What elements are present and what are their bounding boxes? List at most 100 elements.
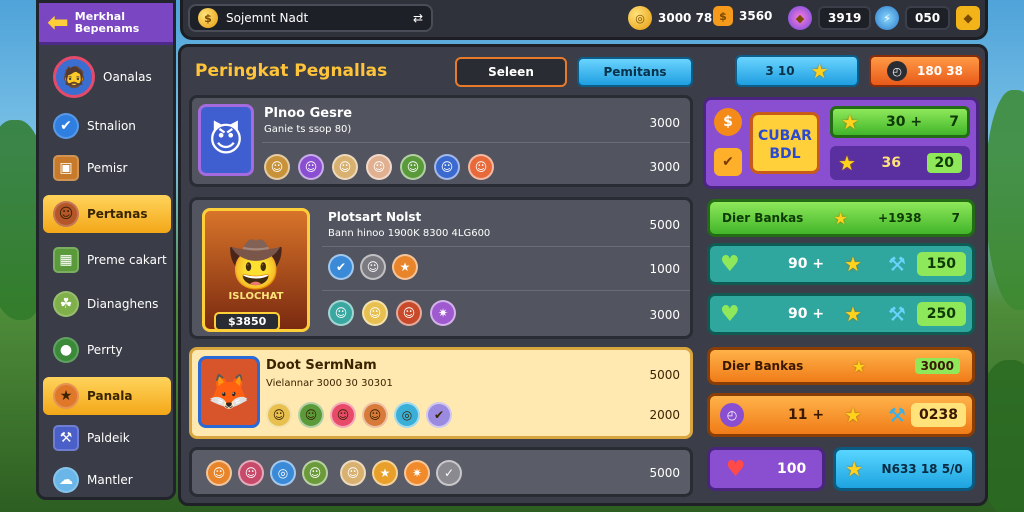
clock-icon: ◴: [887, 61, 908, 81]
main-panel: Peringkat Pegnallas Seleen Pemitans 3 10…: [178, 44, 988, 506]
creature-icon: ☘: [53, 291, 79, 317]
team-member-icon[interactable]: ☺: [298, 154, 324, 180]
score-value: 3000: [649, 116, 680, 130]
team-member-icon[interactable]: ☺: [362, 402, 388, 428]
team-member-icon[interactable]: ☺: [206, 460, 232, 486]
team-member-icon[interactable]: ✷: [404, 460, 430, 486]
sidebar-item-label: Stnalion: [87, 119, 136, 133]
team-member-icon[interactable]: ◎: [270, 460, 296, 486]
heart-icon: ♥: [720, 301, 740, 327]
rank-row-value: 3000: [914, 358, 960, 374]
rank-row-orange[interactable]: Dier Bankas ★ 3000: [707, 347, 975, 385]
sidebar-item-label: Perrty: [87, 343, 123, 357]
sidebar-item-paldeik[interactable]: ⚒ Paldeik: [43, 419, 171, 457]
reward-row-2-value: 36: [881, 155, 901, 171]
shuffle-icon[interactable]: ⇄: [413, 11, 423, 25]
team-member-icon[interactable]: ☺: [434, 154, 460, 180]
orange-row-extra: 0238: [911, 403, 966, 427]
player-subtitle: Ganie ts ssop 80): [264, 124, 352, 135]
sidebar-item-profile[interactable]: 🧔 Oanalas: [43, 53, 171, 101]
bottom-purple-button[interactable]: ♥ 100: [707, 447, 825, 491]
sidebar-item-station[interactable]: ✔ Stnalion: [43, 107, 171, 145]
team-member-icon[interactable]: ☺: [302, 460, 328, 486]
resource-energy: ⚡ 050 ◆: [875, 6, 981, 30]
filter-button[interactable]: Pemitans: [577, 57, 693, 87]
team-member-icon[interactable]: ★: [392, 254, 418, 280]
sidebar-item-mantler[interactable]: ☁ Mantler: [43, 461, 171, 499]
divider: [262, 142, 690, 143]
search-input[interactable]: $ Sojemnt Nadt ⇄: [188, 4, 433, 32]
team-member-icon[interactable]: ☺: [266, 402, 292, 428]
sidebar-item-preme-cakart[interactable]: ▦ Preme cakart: [43, 241, 171, 279]
team-member-icon[interactable]: ☺: [400, 154, 426, 180]
score-value: 2000: [649, 408, 680, 422]
teal-row-value: 90 +: [788, 306, 825, 322]
team-member-icon[interactable]: ✔: [328, 254, 354, 280]
team-member-icon[interactable]: ☺: [366, 154, 392, 180]
coin-icon: $: [198, 8, 218, 28]
sidebar-item-label: Panala: [87, 389, 133, 403]
reward-row-orange-2[interactable]: ◴ 11 + ★ ⚒ 0238: [707, 393, 975, 437]
rank-row-label: Dier Bankas: [722, 359, 804, 373]
team-member-icon[interactable]: ★: [372, 460, 398, 486]
rank-score-button[interactable]: 3 10 ★: [735, 55, 859, 87]
team-member-icon[interactable]: ◎: [394, 402, 420, 428]
check-icon: ✔: [714, 148, 742, 176]
team-member-icon[interactable]: ☺: [340, 460, 366, 486]
sidebar-item-pemisr[interactable]: ▣ Pemisr: [43, 149, 171, 187]
sidebar-item-label: Mantler: [87, 473, 133, 487]
team-member-icon[interactable]: ☺: [330, 402, 356, 428]
reward-panel[interactable]: $ ✔ CUBAR BDL ★ 30 + 7 ★ 36 20: [703, 97, 979, 189]
team-member-icon[interactable]: ☺: [468, 154, 494, 180]
sidebar-item-panala[interactable]: ★ Panala: [43, 377, 171, 415]
sidebar-item-dianaghens[interactable]: ☘ Dianaghens: [43, 285, 171, 323]
frog-icon: ●: [53, 337, 79, 363]
star-icon: ★: [844, 252, 862, 276]
sidebar-item-pertanas[interactable]: ☺ Pertanas: [43, 195, 171, 233]
check-shield-icon: ✔: [53, 113, 79, 139]
score-value: 3000: [649, 160, 680, 174]
rank-score-value: 3 10: [765, 64, 795, 78]
reward-row-teal-1[interactable]: ♥ 90 + ★ ⚒ 150: [707, 243, 975, 285]
star-icon: ★: [845, 457, 864, 481]
team-member-icon[interactable]: ☺: [362, 300, 388, 326]
leaderboard-card-4[interactable]: ☺ ☺ ◎ ☺ ☺ ★ ✷ ✓ 5000: [189, 447, 693, 497]
sidebar-item-label: Dianaghens: [87, 297, 159, 311]
avatar: 🧔: [53, 56, 95, 98]
divider: [322, 290, 690, 291]
player-name: Doot SermNam: [266, 358, 377, 373]
team-member-icon[interactable]: ☺: [264, 154, 290, 180]
leaderboard-card-3[interactable]: 🦊 Doot SermNam Vielannar 3000 30 30301 5…: [189, 347, 693, 439]
hero-portrait: 🦊: [198, 356, 260, 428]
leaderboard-card-2[interactable]: 🤠 ISLOCHAT $3850 Plotsart Nolst Bann hin…: [189, 197, 693, 339]
reward-row-teal-2[interactable]: ♥ 90 + ★ ⚒ 250: [707, 293, 975, 335]
reward-row-2-extra: 20: [926, 153, 962, 173]
team-member-icon[interactable]: ☺: [396, 300, 422, 326]
team-member-icon[interactable]: ☺: [298, 402, 324, 428]
timer-button[interactable]: ◴ 180 38: [869, 55, 981, 87]
star-icon: ★: [841, 110, 859, 134]
add-resource-button[interactable]: ◆: [956, 6, 981, 30]
team-member-icon[interactable]: ✓: [436, 460, 462, 486]
sidebar-item-perrty[interactable]: ● Perrty: [43, 331, 171, 369]
cloud-icon: ☁: [53, 467, 79, 493]
rank-row-green[interactable]: Dier Bankas ★ +1938 7: [707, 199, 975, 237]
top-bar: $ Sojemnt Nadt ⇄ ◎ 3000 78 $ 3560 ◆ 3919…: [180, 0, 988, 40]
team-member-icon[interactable]: ☺: [328, 300, 354, 326]
team-member-icon[interactable]: ✔: [426, 402, 452, 428]
teal-row-value: 90 +: [788, 256, 825, 272]
team-member-icon[interactable]: ☺: [332, 154, 358, 180]
score-value: 5000: [649, 218, 680, 232]
star-icon: ★: [844, 302, 862, 326]
bottom-cyan-value: N633 18 5/0: [881, 462, 963, 476]
search-button[interactable]: Seleen: [455, 57, 567, 87]
team-member-icon[interactable]: ☺: [238, 460, 264, 486]
chest-icon: ▣: [53, 155, 79, 181]
player-subtitle: Bann hinoo 1900K 8300 4LG600: [328, 228, 491, 239]
resource-energy-value: 050: [905, 6, 951, 30]
back-arrow-icon[interactable]: ⬅: [47, 10, 69, 36]
team-member-icon[interactable]: ☺: [360, 254, 386, 280]
leaderboard-card-1[interactable]: 😈 Plnoo Gesre Ganie ts ssop 80) 3000 300…: [189, 95, 693, 187]
team-member-icon[interactable]: ✷: [430, 300, 456, 326]
bottom-cyan-button[interactable]: ★ N633 18 5/0: [833, 447, 975, 491]
